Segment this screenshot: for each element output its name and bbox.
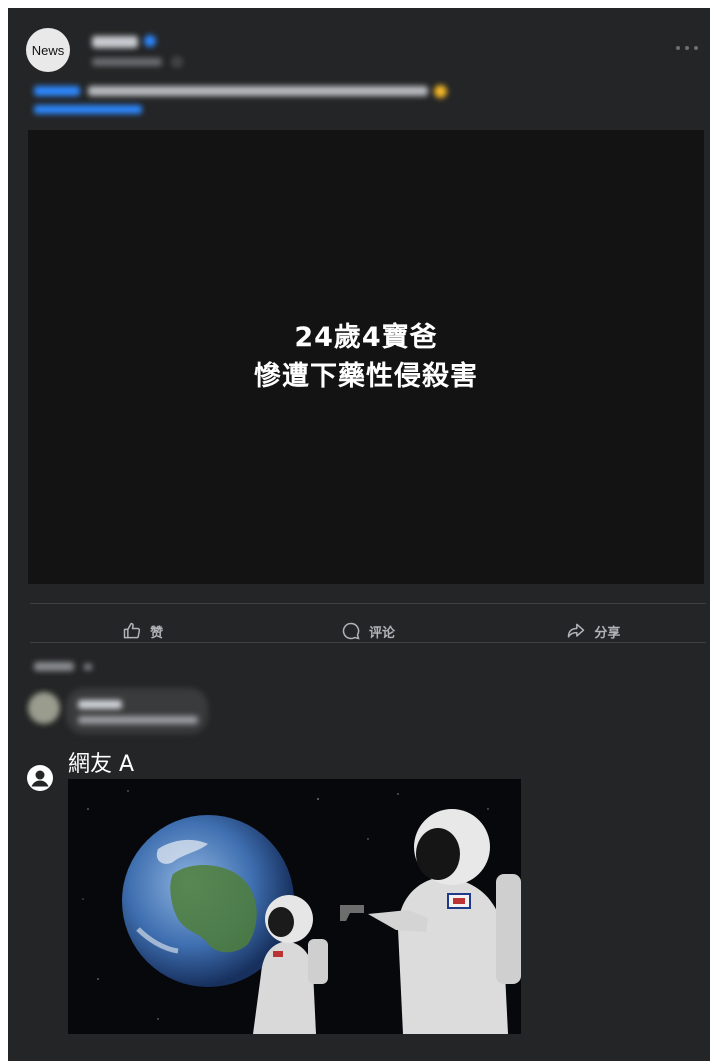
comment-button[interactable]: 评论 bbox=[255, 612, 480, 650]
verified-badge-icon bbox=[144, 35, 156, 47]
comment-meme-image[interactable] bbox=[68, 779, 521, 1034]
thumbs-up-icon bbox=[123, 622, 141, 639]
page-name-blurred[interactable] bbox=[92, 36, 138, 48]
avatar-label: News bbox=[31, 42, 65, 58]
comment-bubble-icon bbox=[342, 622, 360, 640]
divider bbox=[30, 642, 706, 643]
post-timestamp-blurred[interactable] bbox=[92, 58, 162, 66]
post-actions: 赞 评论 分享 bbox=[30, 612, 706, 650]
video-title-line-1: 24歲4寶爸 bbox=[294, 322, 438, 353]
emoji-icon bbox=[434, 85, 447, 98]
chevron-down-icon[interactable] bbox=[84, 664, 92, 670]
share-button[interactable]: 分享 bbox=[481, 612, 706, 650]
comment-sort-blurred[interactable] bbox=[34, 662, 74, 671]
astronauts-earth-meme-icon bbox=[68, 779, 521, 1034]
commenter-avatar-blurred[interactable] bbox=[28, 692, 60, 724]
video-title-line-2: 慘遭下藥性侵殺害 bbox=[254, 361, 478, 392]
user-avatar-icon[interactable] bbox=[26, 764, 54, 792]
more-options-icon[interactable] bbox=[676, 44, 698, 52]
post-card: News 24歲4寶爸 慘遭下藥性侵殺害 赞 评论 分享 網友 A bbox=[8, 8, 710, 1061]
share-label: 分享 bbox=[594, 625, 621, 641]
page-avatar[interactable]: News bbox=[26, 28, 70, 72]
like-label: 赞 bbox=[150, 625, 164, 641]
divider bbox=[30, 603, 706, 604]
share-arrow-icon bbox=[568, 623, 585, 638]
like-button[interactable]: 赞 bbox=[30, 612, 255, 650]
comment-bubble-blurred bbox=[66, 688, 208, 734]
video-player[interactable]: 24歲4寶爸 慘遭下藥性侵殺害 bbox=[28, 130, 704, 584]
globe-icon bbox=[172, 57, 182, 67]
caption-text-blurred bbox=[88, 86, 428, 96]
caption-link-blurred[interactable] bbox=[34, 105, 142, 114]
comment-label: 评论 bbox=[368, 625, 395, 641]
commenter-name-blurred[interactable] bbox=[78, 700, 122, 709]
comment-username[interactable]: 網友 A bbox=[68, 746, 134, 778]
comment-text-blurred bbox=[78, 716, 198, 724]
caption-hashtag-blurred[interactable] bbox=[34, 86, 80, 96]
